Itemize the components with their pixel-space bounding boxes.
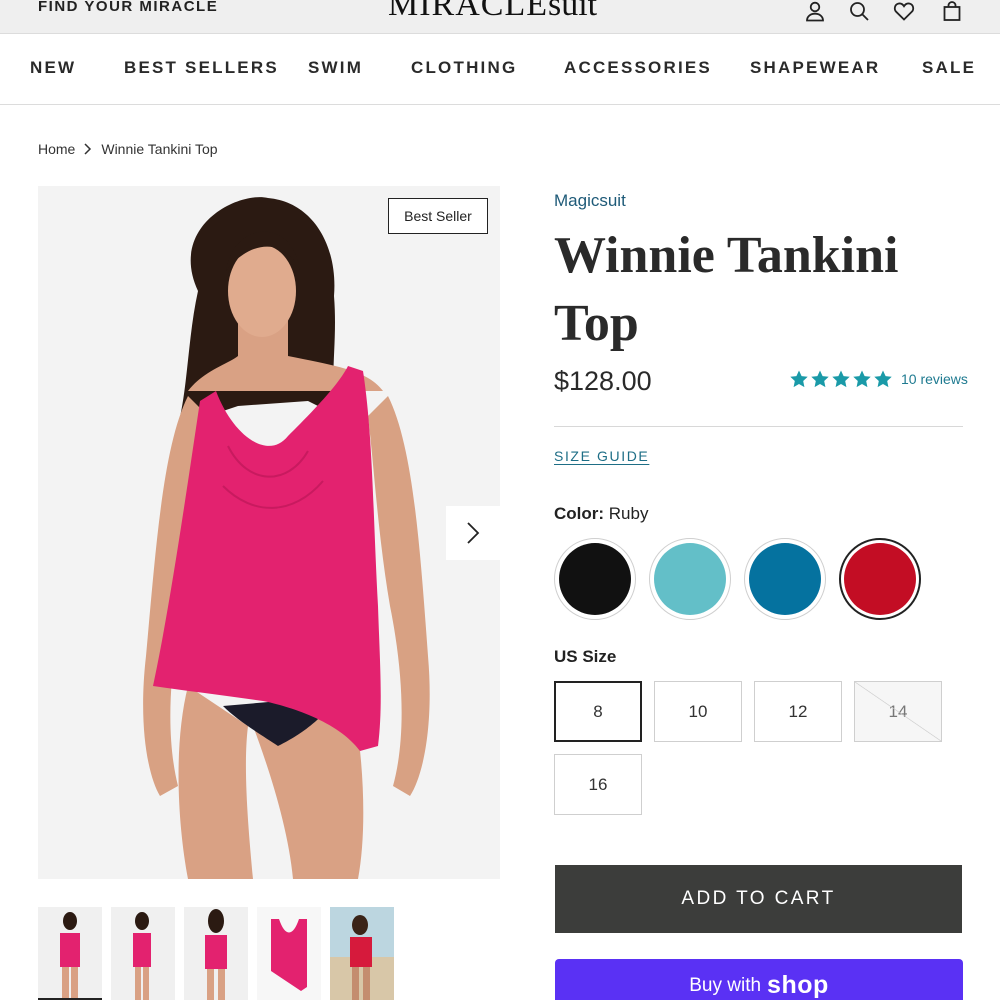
reviews-link[interactable]: 10 reviews xyxy=(901,371,968,387)
color-label-key: Color: xyxy=(554,504,605,523)
product-title: Winnie Tankini Top xyxy=(554,227,899,352)
utility-bar: FIND YOUR MIRACLE MIRACLEsuit xyxy=(0,0,1000,33)
search-icon[interactable] xyxy=(848,0,870,22)
product-main-image[interactable]: Best Seller xyxy=(38,186,500,879)
nav-item-sale[interactable]: SALE xyxy=(922,58,976,78)
nav-item-shapewear[interactable]: SHAPEWEAR xyxy=(750,58,880,78)
thumbnail-3[interactable] xyxy=(184,907,248,1000)
star-icon xyxy=(790,370,808,388)
chevron-right-icon xyxy=(467,522,480,544)
size-guide-link[interactable]: SIZE GUIDE xyxy=(554,448,649,464)
chevron-right-icon xyxy=(83,143,93,155)
next-image-button[interactable] xyxy=(446,506,500,560)
star-icon xyxy=(811,370,829,388)
size-option-12[interactable]: 12 xyxy=(754,681,842,742)
star-icon xyxy=(853,370,871,388)
star-icon xyxy=(874,370,892,388)
thumbnail-4[interactable] xyxy=(257,907,321,1000)
size-option-14-sold-out[interactable]: 14 xyxy=(854,681,942,742)
thumbnail-2[interactable] xyxy=(111,907,175,1000)
shop-pay-logo: shop xyxy=(767,971,829,999)
color-label-value: Ruby xyxy=(608,504,649,523)
account-icon[interactable] xyxy=(804,0,826,22)
main-nav: NEW BEST SELLERS SWIM CLOTHING ACCESSORI… xyxy=(0,33,1000,105)
site-logo[interactable]: MIRACLEsuit xyxy=(388,0,597,24)
buy-with-label: Buy with xyxy=(689,975,762,996)
swatch-fill xyxy=(844,543,916,615)
bag-icon[interactable] xyxy=(941,0,963,22)
size-label: US Size xyxy=(554,647,617,666)
thumbnail-5[interactable] xyxy=(330,907,394,1000)
breadcrumb: Home Winnie Tankini Top xyxy=(38,141,218,157)
breadcrumb-current: Winnie Tankini Top xyxy=(101,141,218,157)
nav-item-new[interactable]: NEW xyxy=(30,58,76,78)
star-icon xyxy=(832,370,850,388)
logo-text-thin: suit xyxy=(548,0,598,23)
size-option-16[interactable]: 16 xyxy=(554,754,642,815)
buy-with-shop-button[interactable]: Buy with shop xyxy=(555,959,963,1000)
thumbnail-1[interactable] xyxy=(38,907,102,1000)
find-your-miracle-link[interactable]: FIND YOUR MIRACLE xyxy=(38,0,218,15)
color-label: Color: Ruby xyxy=(554,504,648,524)
best-seller-badge: Best Seller xyxy=(388,198,488,234)
nav-item-best-sellers[interactable]: BEST SELLERS xyxy=(124,58,279,78)
color-swatch-ruby[interactable] xyxy=(839,538,921,620)
size-option-8[interactable]: 8 xyxy=(554,681,642,742)
swatch-fill xyxy=(749,543,821,615)
color-swatch-blue[interactable] xyxy=(744,538,826,620)
color-swatch-black[interactable] xyxy=(554,538,636,620)
brand-link[interactable]: Magicsuit xyxy=(554,191,626,211)
star-rating xyxy=(789,369,893,389)
product-rating[interactable]: 10 reviews xyxy=(789,369,968,389)
product-price: $128.00 xyxy=(554,366,652,396)
nav-item-swim[interactable]: SWIM xyxy=(308,58,363,78)
model-photo xyxy=(143,197,430,879)
nav-item-clothing[interactable]: CLOTHING xyxy=(411,58,517,78)
nav-item-accessories[interactable]: ACCESSORIES xyxy=(564,58,712,78)
swatch-fill xyxy=(654,543,726,615)
heart-icon[interactable] xyxy=(893,0,915,22)
swatch-fill xyxy=(559,543,631,615)
size-option-10[interactable]: 10 xyxy=(654,681,742,742)
breadcrumb-home[interactable]: Home xyxy=(38,141,75,157)
divider xyxy=(554,426,963,427)
add-to-cart-button[interactable]: ADD TO CART xyxy=(555,865,962,933)
logo-text-bold: MIRACLE xyxy=(388,0,548,23)
color-swatch-aqua[interactable] xyxy=(649,538,731,620)
